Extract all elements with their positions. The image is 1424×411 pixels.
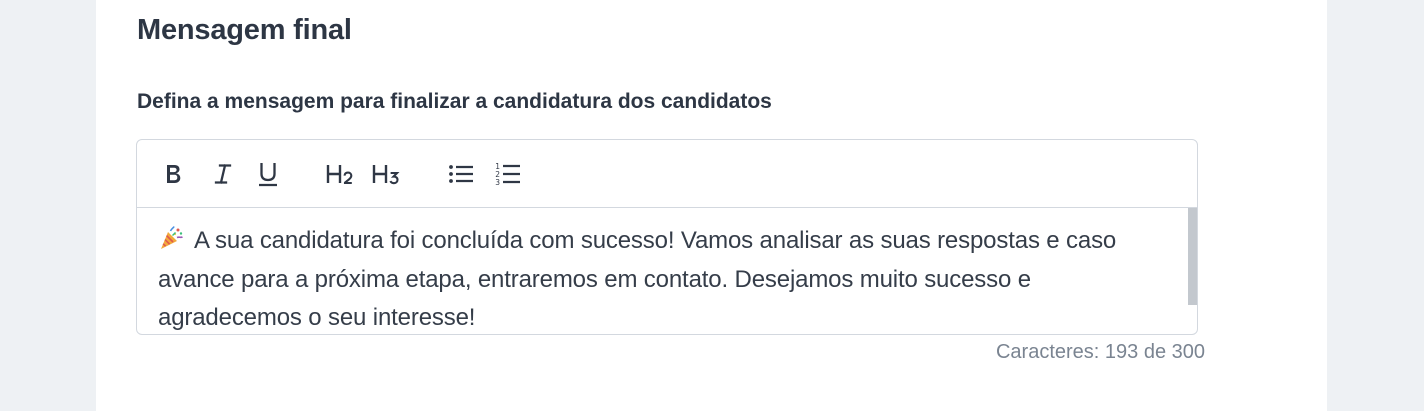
- bullet-list-icon: [449, 165, 473, 183]
- editor-text-content: A sua candidatura foi concluída com suce…: [158, 227, 1117, 331]
- rich-text-editor[interactable]: 1 2 3 A sua candidatura foi concluída co…: [136, 139, 1198, 335]
- heading-3-button[interactable]: [370, 158, 404, 190]
- editor-text[interactable]: A sua candidatura foi concluída com suce…: [158, 222, 1168, 334]
- section-title: Mensagem final: [137, 14, 352, 46]
- underline-button[interactable]: [253, 158, 283, 190]
- party-popper-icon: [161, 226, 183, 249]
- svg-text:3: 3: [495, 178, 500, 187]
- bullet-list-button[interactable]: [446, 158, 476, 190]
- editor-content-area[interactable]: A sua candidatura foi concluída com suce…: [137, 208, 1197, 334]
- bold-button[interactable]: [159, 158, 187, 190]
- character-counter: Caracteres: 193 de 300: [995, 341, 1205, 363]
- heading-3-icon: [372, 165, 400, 185]
- heading-2-button[interactable]: [324, 158, 358, 190]
- editor-scrollbar[interactable]: [1188, 208, 1197, 305]
- heading-2-icon: [326, 165, 353, 185]
- ordered-list-button[interactable]: 1 2 3: [493, 158, 523, 190]
- settings-card: Mensagem final Defina a mensagem para fi…: [96, 0, 1327, 411]
- underline-icon: [259, 163, 277, 187]
- italic-button[interactable]: [209, 158, 237, 190]
- italic-icon: [214, 164, 232, 184]
- bold-icon: [167, 165, 181, 183]
- ordered-list-icon: 1 2 3: [495, 162, 520, 187]
- editor-toolbar: 1 2 3: [137, 140, 1197, 208]
- section-subtitle: Defina a mensagem para finalizar a candi…: [137, 90, 772, 113]
